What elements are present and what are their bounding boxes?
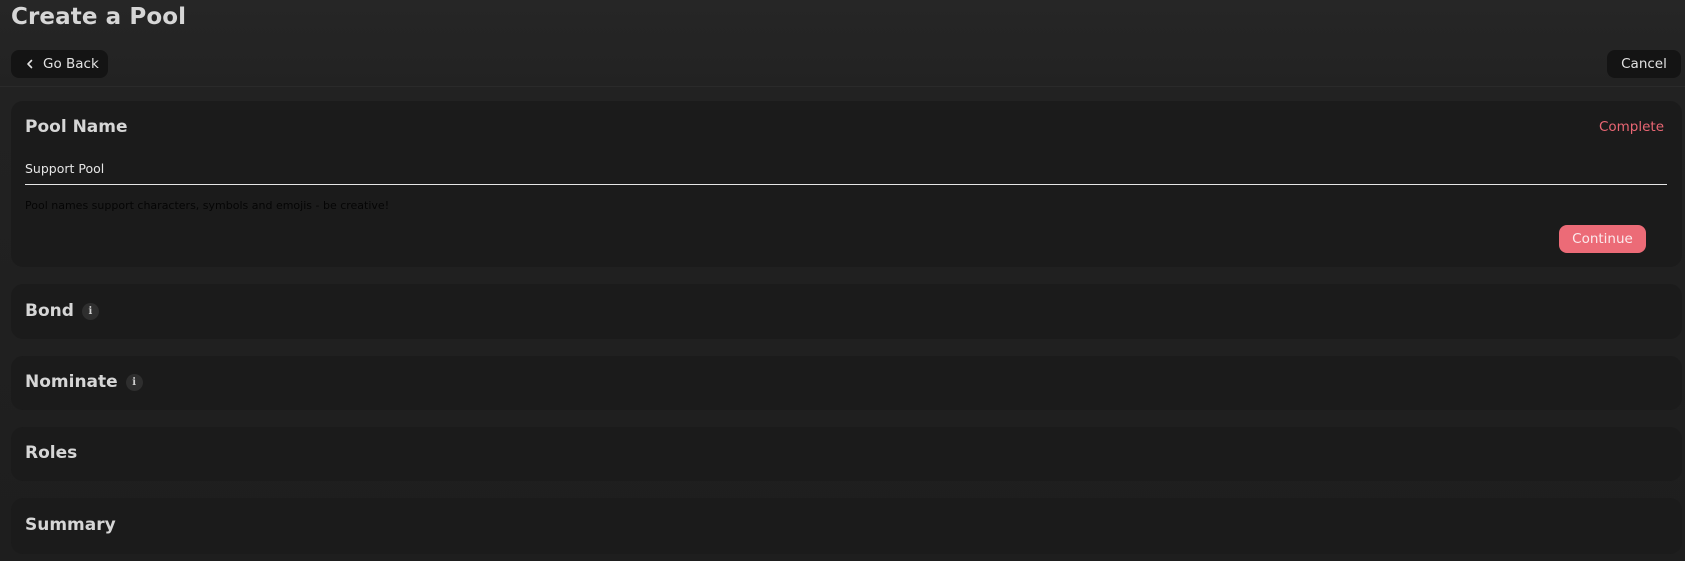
pool-name-input[interactable]	[25, 157, 1667, 185]
cancel-button[interactable]: Cancel	[1607, 50, 1681, 78]
nominate-section[interactable]: Nominate i	[11, 356, 1682, 410]
page-title: Create a Pool	[11, 4, 187, 30]
create-pool-page: Create a Pool Go Back Cancel Pool Name C…	[0, 0, 1685, 561]
continue-button[interactable]: Continue	[1559, 225, 1646, 253]
bond-title: Bond i	[25, 301, 99, 321]
continue-label: Continue	[1572, 231, 1633, 247]
chevron-left-icon	[23, 57, 37, 71]
go-back-label: Go Back	[43, 56, 99, 72]
cancel-label: Cancel	[1621, 56, 1667, 72]
pool-name-title[interactable]: Pool Name	[25, 117, 128, 137]
pool-name-section: Pool Name Complete Pool names support ch…	[11, 101, 1682, 267]
go-back-button[interactable]: Go Back	[11, 50, 108, 78]
section-title-label: Roles	[25, 443, 78, 463]
nominate-title: Nominate i	[25, 372, 143, 392]
section-title-label: Bond	[25, 301, 74, 321]
info-icon[interactable]: i	[125, 373, 143, 391]
summary-section[interactable]: Summary	[11, 498, 1682, 554]
roles-title: Roles	[25, 443, 77, 463]
section-title-label: Nominate	[25, 372, 118, 392]
header-divider	[0, 86, 1685, 87]
section-title-label: Pool Name	[25, 117, 128, 137]
section-title-label: Summary	[25, 515, 116, 535]
bond-section[interactable]: Bond i	[11, 284, 1682, 339]
complete-status-label: Complete	[1598, 119, 1664, 135]
info-icon[interactable]: i	[81, 302, 99, 320]
roles-section[interactable]: Roles	[11, 427, 1682, 481]
pool-name-helper-text: Pool names support characters, symbols a…	[25, 199, 390, 212]
summary-title: Summary	[25, 515, 116, 535]
